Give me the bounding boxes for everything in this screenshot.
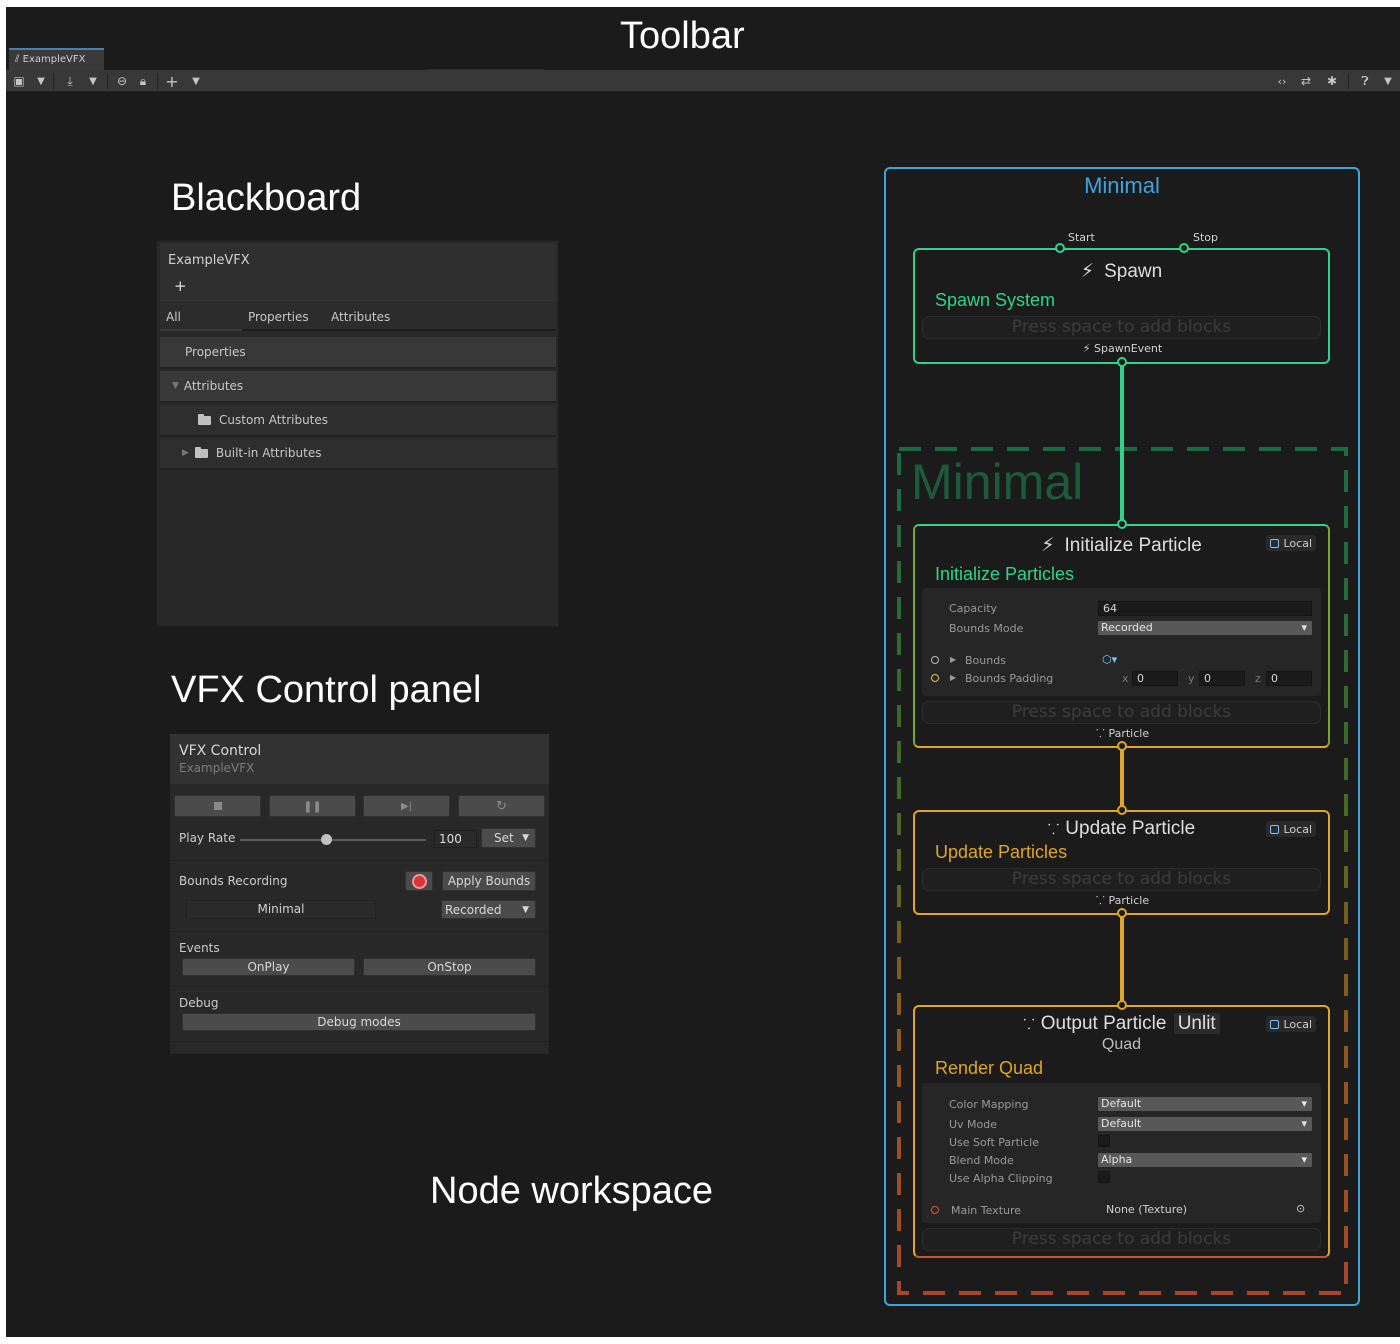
x-label: x	[1122, 672, 1129, 685]
local-space-toggle[interactable]: Local	[1266, 1016, 1316, 1032]
main-texture-input-port[interactable]	[931, 1206, 939, 1214]
output-settings-panel: Color Mapping Default Uv Mode Default Us…	[922, 1083, 1321, 1223]
bounds-padding-input-port[interactable]	[931, 674, 939, 682]
local-space-toggle[interactable]: Local	[1266, 821, 1316, 837]
initialize-input-port[interactable]	[1117, 519, 1127, 529]
output-title-line2: Quad	[1101, 1036, 1142, 1053]
init-to-update-wire	[1120, 747, 1124, 812]
lightning-icon: ⚡︎	[1080, 261, 1095, 282]
initialize-settings-panel: Capacity 64 Bounds Mode Recorded ▶ Bound…	[922, 588, 1321, 696]
y-field[interactable]: 0	[1199, 671, 1245, 686]
color-mapping-dropdown[interactable]: Default	[1098, 1097, 1312, 1111]
cube-icon	[1270, 824, 1280, 834]
uv-mode-dropdown[interactable]: Default	[1098, 1117, 1312, 1131]
spawn-subtitle: Spawn System	[935, 290, 1056, 310]
object-picker-icon[interactable]: ⊙	[1296, 1202, 1305, 1215]
output-context[interactable]: ⸪ Output Particle Unlit Quad Local Render…	[913, 1000, 1330, 1258]
local-label: Local	[1283, 1017, 1312, 1031]
system-watermark: Minimal	[911, 454, 1084, 510]
spawn-context[interactable]: Start Stop ⚡︎ Spawn Spawn System Press sp…	[913, 231, 1330, 367]
output-title-tag: Unlit	[1173, 1013, 1220, 1034]
update-title-text: Update Particle	[1065, 818, 1196, 839]
alpha-clipping-label: Use Alpha Clipping	[949, 1172, 1053, 1185]
color-mapping-label: Color Mapping	[949, 1098, 1029, 1111]
bounds-label: Bounds	[965, 654, 1006, 667]
cube-icon	[1270, 1019, 1280, 1029]
initialize-subtitle: Initialize Particles	[935, 564, 1075, 584]
alpha-clipping-checkbox[interactable]	[1098, 1171, 1110, 1183]
uv-mode-label: Uv Mode	[949, 1118, 998, 1131]
add-blocks-placeholder[interactable]: Press space to add blocks	[922, 316, 1321, 339]
output-title-text: Output Particle	[1040, 1013, 1167, 1034]
add-blocks-placeholder[interactable]: Press space to add blocks	[922, 1228, 1321, 1251]
spawn-flow-out: SpawnEvent	[1094, 342, 1163, 355]
bounds-expand-arrow-icon[interactable]: ▶	[950, 655, 956, 664]
blend-mode-label: Blend Mode	[949, 1154, 1014, 1167]
main-texture-label: Main Texture	[951, 1204, 1022, 1217]
particle-icon: ⸪	[1095, 727, 1105, 740]
bounds-mode-label: Bounds Mode	[949, 622, 1024, 635]
capacity-label: Capacity	[949, 602, 998, 615]
spawn-event-flow-label: ⚡︎ SpawnEvent	[915, 342, 1330, 355]
spawn-title: ⚡︎ Spawn	[915, 260, 1328, 283]
update-output-port[interactable]	[1117, 908, 1127, 918]
local-space-toggle[interactable]: Local	[1266, 535, 1316, 551]
initialize-output-port[interactable]	[1117, 741, 1127, 751]
output-input-port[interactable]	[1117, 1000, 1127, 1010]
output-subtitle: Render Quad	[935, 1058, 1044, 1078]
z-field[interactable]: 0	[1266, 671, 1312, 686]
cube-icon	[1270, 538, 1280, 548]
update-context[interactable]: ⸪ Update Particle Local Update Particles …	[913, 805, 1330, 918]
bounds-padding-label: Bounds Padding	[965, 672, 1054, 685]
initialize-title-text: Initialize Particle	[1064, 535, 1202, 556]
add-blocks-placeholder[interactable]: Press space to add blocks	[922, 701, 1321, 724]
soft-particle-checkbox[interactable]	[1098, 1135, 1110, 1147]
update-subtitle: Update Particles	[935, 842, 1068, 862]
lightning-icon: ⚡︎	[1082, 342, 1091, 355]
initialize-context[interactable]: ⚡︎ Initialize Particle Local Initialize P…	[913, 519, 1330, 751]
start-port-label: Start	[1068, 231, 1095, 244]
spawn-to-init-wire	[1120, 363, 1124, 526]
particle-icon: ⸪	[1023, 1016, 1035, 1032]
soft-particle-label: Use Soft Particle	[949, 1136, 1039, 1149]
lightning-icon: ⚡︎	[1041, 535, 1055, 556]
bounds-input-port[interactable]	[931, 656, 939, 664]
capacity-field[interactable]: 64	[1098, 601, 1312, 616]
start-input-port[interactable]	[1055, 243, 1065, 253]
spawn-title-text: Spawn	[1104, 261, 1163, 282]
bounds-mode-dropdown[interactable]: Recorded	[1098, 621, 1312, 635]
bounds-padding-expand-arrow-icon[interactable]: ▶	[950, 673, 956, 682]
bounds-type-icon[interactable]: ⬡▾	[1102, 653, 1117, 666]
particle-icon: ⸪	[1095, 894, 1105, 907]
spawn-output-port[interactable]	[1117, 357, 1127, 367]
z-label: z	[1255, 672, 1261, 685]
particle-flow-label: ⸪ Particle	[915, 726, 1330, 741]
particle-icon: ⸪	[1047, 821, 1060, 837]
vfx-graph-window: Toolbar ⫽ ExampleVFX ▣ ▼ ⤓ ▼ ⊖ 🔒︎ + ▼ ‹›…	[6, 7, 1400, 1337]
update-to-output-wire	[1120, 913, 1124, 1007]
initialize-flow-out: Particle	[1108, 727, 1150, 740]
stop-input-port[interactable]	[1179, 243, 1189, 253]
local-label: Local	[1283, 536, 1312, 550]
blend-mode-dropdown[interactable]: Alpha	[1098, 1153, 1312, 1167]
local-label: Local	[1283, 822, 1312, 836]
stop-port-label: Stop	[1193, 231, 1219, 244]
main-texture-field[interactable]: None (Texture)	[1102, 1203, 1298, 1218]
x-field[interactable]: 0	[1132, 671, 1178, 686]
update-input-port[interactable]	[1117, 805, 1127, 815]
add-blocks-placeholder[interactable]: Press space to add blocks	[922, 868, 1321, 891]
update-flow-out: Particle	[1108, 894, 1150, 907]
y-label: y	[1188, 672, 1195, 685]
particle-flow-label: ⸪ Particle	[915, 893, 1330, 908]
